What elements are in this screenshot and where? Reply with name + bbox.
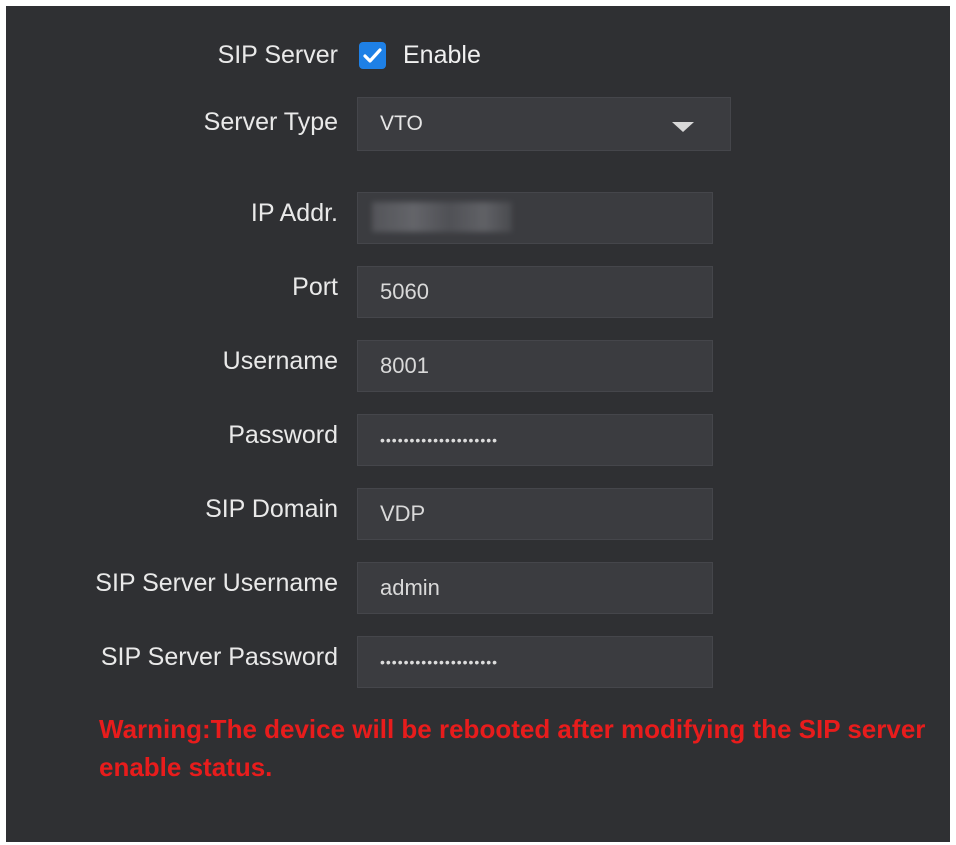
username-input[interactable]: 8001 (357, 340, 713, 392)
username-value: 8001 (380, 353, 429, 378)
port-label: Port (292, 273, 338, 301)
password-input[interactable]: •••••••••••••••••••• (357, 414, 713, 466)
port-value: 5060 (380, 279, 429, 304)
sip-server-username-value: admin (380, 575, 440, 600)
checkmark-icon (363, 48, 382, 63)
sip-server-username-input[interactable]: admin (357, 562, 713, 614)
reboot-warning-text: Warning:The device will be rebooted afte… (99, 714, 926, 782)
sip-domain-label: SIP Domain (205, 495, 338, 523)
ip-addr-label: IP Addr. (250, 199, 338, 227)
sip-server-enable-checkbox[interactable] (359, 42, 386, 69)
redacted-ip-blur (372, 202, 512, 232)
enable-label[interactable]: Enable (403, 40, 481, 70)
port-input[interactable]: 5060 (357, 266, 713, 318)
sip-server-username-label: SIP Server Username (95, 569, 338, 597)
sip-server-password-label: SIP Server Password (100, 643, 338, 671)
sip-server-password-value: •••••••••••••••••••• (380, 654, 499, 670)
username-label: Username (222, 347, 338, 375)
server-type-value: VTO (380, 112, 423, 135)
sip-domain-value: VDP (380, 501, 426, 526)
password-label: Password (228, 421, 338, 449)
server-type-label: Server Type (203, 108, 338, 136)
sip-domain-input[interactable]: VDP (357, 488, 713, 540)
password-value: •••••••••••••••••••• (380, 432, 499, 448)
sip-server-label: SIP Server (217, 41, 338, 69)
sip-server-password-input[interactable]: •••••••••••••••••••• (357, 636, 713, 688)
server-type-select[interactable]: VTO (357, 97, 731, 151)
caret-down-icon (672, 122, 694, 132)
